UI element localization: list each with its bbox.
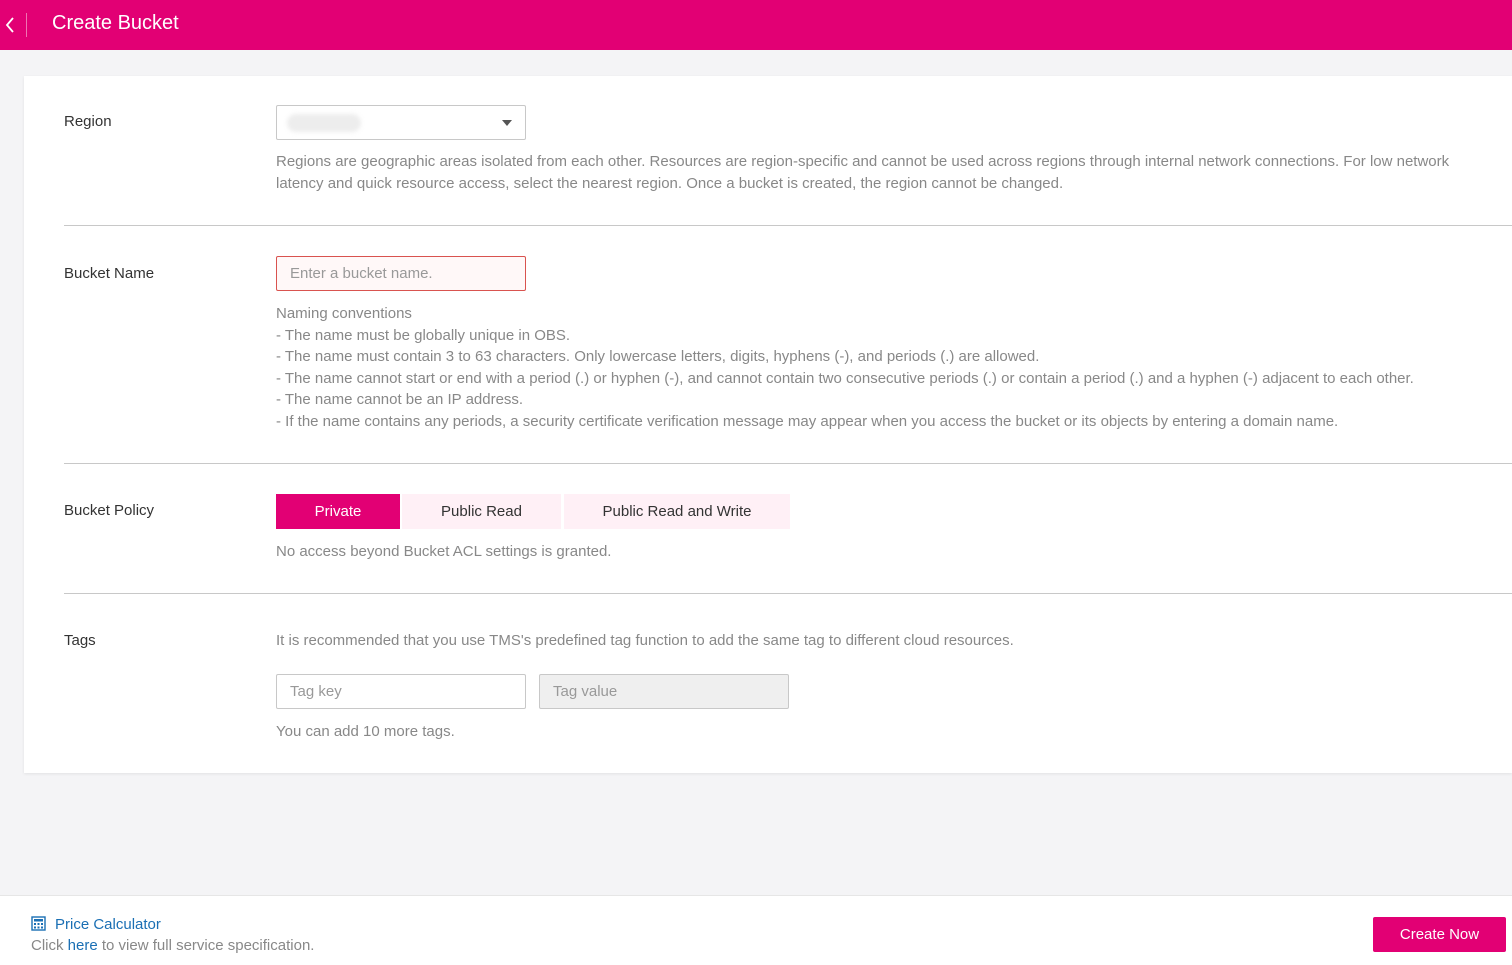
header-divider	[26, 13, 27, 37]
spec-prefix: Click	[31, 937, 68, 954]
calculator-icon	[31, 916, 46, 931]
divider	[64, 593, 1512, 594]
tags-remaining: You can add 10 more tags.	[276, 723, 455, 740]
tags-description: It is recommended that you use TMS's pre…	[276, 632, 1014, 649]
spec-text: Click here to view full service specific…	[31, 937, 314, 955]
divider	[64, 463, 1512, 464]
naming-conventions: Naming conventions - The name must be gl…	[276, 303, 1496, 432]
price-calculator-label: Price Calculator	[55, 916, 161, 933]
page-title: Create Bucket	[52, 12, 179, 34]
tags-label: Tags	[64, 632, 96, 649]
region-select[interactable]	[276, 105, 526, 140]
tag-key-input[interactable]	[276, 674, 526, 709]
region-description: Regions are geographic areas isolated fr…	[276, 153, 1450, 192]
naming-rule: - The name must contain 3 to 63 characte…	[276, 348, 1040, 365]
back-button[interactable]	[0, 0, 26, 50]
divider	[64, 225, 1512, 226]
policy-option-public-read[interactable]: Public Read	[402, 494, 561, 529]
create-bucket-form: Region Regions are geographic areas isol…	[24, 76, 1512, 773]
policy-option-private[interactable]: Private	[276, 494, 400, 529]
bucket-name-input[interactable]	[276, 256, 526, 291]
price-calculator-link[interactable]: Price Calculator	[31, 916, 161, 934]
naming-rule: - The name cannot start or end with a pe…	[276, 369, 1414, 387]
footer-bar: Price Calculator Click here to view full…	[0, 895, 1512, 965]
spec-suffix: to view full service specification.	[97, 937, 315, 954]
header-bar: Create Bucket	[0, 0, 1512, 50]
bucket-policy-label: Bucket Policy	[64, 502, 155, 519]
naming-conventions-title: Naming conventions	[276, 305, 412, 322]
region-label: Region	[64, 113, 112, 130]
chevron-left-icon	[5, 17, 14, 33]
caret-down-icon	[502, 120, 512, 126]
naming-rule: - If the name contains any periods, a se…	[276, 412, 1339, 430]
naming-rule: - The name cannot be an IP address.	[276, 391, 524, 408]
create-now-button[interactable]: Create Now	[1373, 917, 1506, 952]
naming-rule: - The name must be globally unique in OB…	[276, 326, 571, 344]
tag-value-input[interactable]	[539, 674, 789, 709]
policy-option-public-read-write[interactable]: Public Read and Write	[564, 494, 790, 529]
region-selected-value	[287, 114, 361, 132]
bucket-name-label: Bucket Name	[64, 265, 155, 282]
policy-description: No access beyond Bucket ACL settings is …	[276, 543, 612, 560]
spec-here-link[interactable]: here	[68, 937, 98, 954]
